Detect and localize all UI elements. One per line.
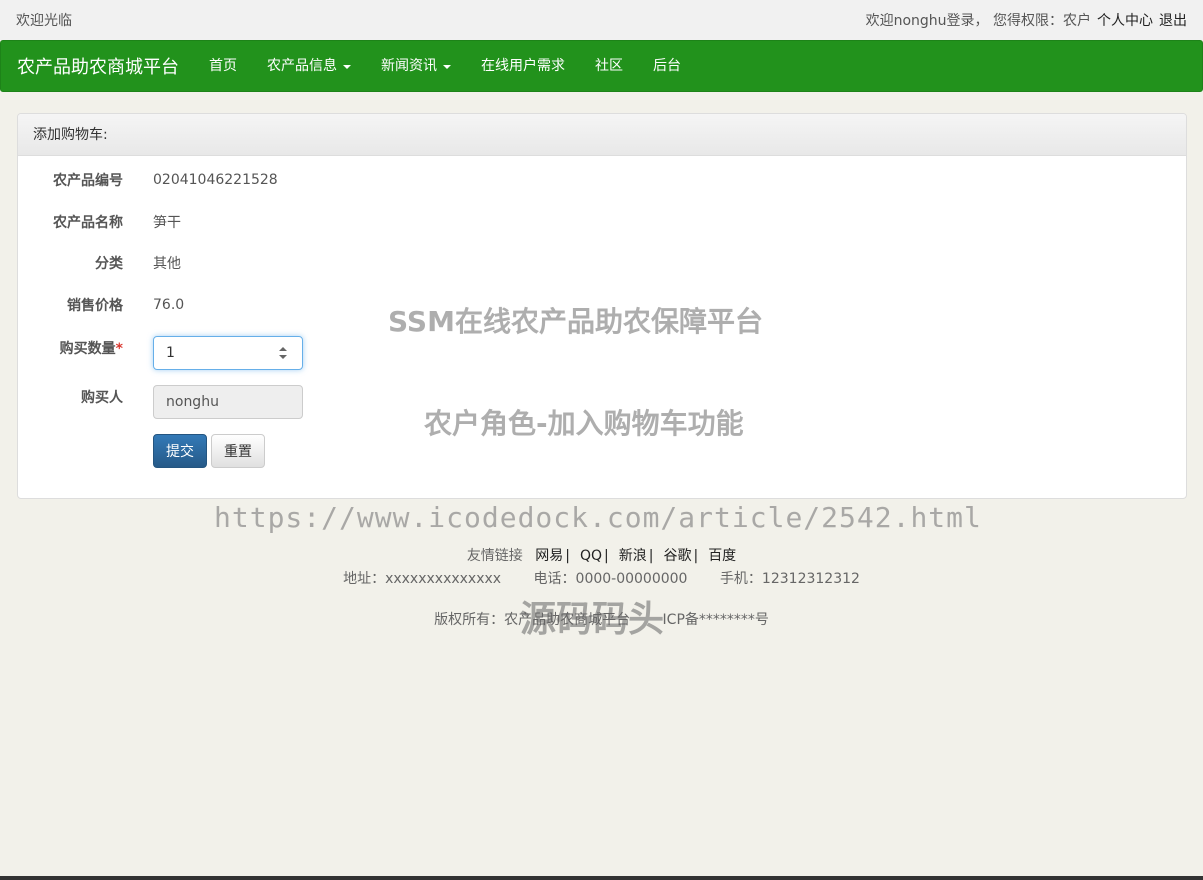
link-qq[interactable]: QQ bbox=[580, 548, 602, 564]
nav-home-label: 首页 bbox=[209, 58, 237, 74]
profile-link[interactable]: 个人中心 bbox=[1097, 10, 1153, 30]
link-google[interactable]: 谷歌 bbox=[663, 548, 691, 564]
nav-news-label: 新闻资讯 bbox=[381, 58, 437, 74]
footer-contact: 地址：xxxxxxxxxxxxxx 电话：0000-00000000 手机：12… bbox=[0, 568, 1203, 588]
link-baidu[interactable]: 百度 bbox=[708, 548, 736, 564]
nav-user-demand[interactable]: 在线用户需求 bbox=[466, 40, 580, 92]
footer-links: 友情链接 网易 | QQ | 新浪 | 谷歌 | 百度 bbox=[0, 545, 1203, 565]
field-name: 农产品名称 笋干 bbox=[18, 212, 181, 232]
submit-button[interactable]: 提交 bbox=[153, 434, 207, 468]
top-bar: 欢迎光临 欢迎nonghu登录， 您得权限：农户 个人中心 退出 bbox=[0, 0, 1203, 40]
spinner-arrows-icon[interactable] bbox=[278, 346, 288, 360]
code-label: 农产品编号 bbox=[53, 173, 123, 189]
link-sina[interactable]: 新浪 bbox=[619, 548, 647, 564]
nav-community[interactable]: 社区 bbox=[580, 40, 638, 92]
nav-user-demand-label: 在线用户需求 bbox=[481, 58, 565, 74]
caret-down-icon bbox=[443, 65, 451, 69]
watermark-subtitle: 农户角色-加入购物车功能 bbox=[424, 407, 744, 440]
code-value: 02041046221528 bbox=[153, 172, 278, 188]
footer-address: 地址：xxxxxxxxxxxxxx bbox=[343, 571, 502, 587]
nav-admin[interactable]: 后台 bbox=[638, 40, 696, 92]
quantity-label: 购买数量* bbox=[18, 336, 123, 358]
nav-community-label: 社区 bbox=[595, 58, 623, 74]
link-separator: | bbox=[604, 548, 609, 564]
field-price: 销售价格 76.0 bbox=[18, 295, 184, 315]
buyer-field: nonghu bbox=[153, 385, 303, 419]
nav-products[interactable]: 农产品信息 bbox=[252, 40, 366, 92]
category-label: 分类 bbox=[95, 256, 123, 272]
quantity-label-text: 购买数量 bbox=[59, 341, 116, 357]
name-value: 笋干 bbox=[153, 215, 181, 231]
buyer-label: 购买人 bbox=[81, 390, 123, 406]
field-buyer: 购买人 nonghu bbox=[18, 385, 303, 419]
site-brand[interactable]: 农产品助农商城平台 bbox=[1, 53, 194, 79]
field-category: 分类 其他 bbox=[18, 253, 181, 273]
nav-admin-label: 后台 bbox=[653, 58, 681, 74]
name-label: 农产品名称 bbox=[53, 215, 123, 231]
icp-text: ICP备********号 bbox=[662, 612, 769, 628]
welcome-text: 欢迎光临 bbox=[16, 13, 72, 29]
form-actions: 提交 重置 bbox=[123, 434, 265, 468]
reset-button[interactable]: 重置 bbox=[211, 434, 265, 468]
field-quantity: 购买数量* 1 bbox=[18, 336, 303, 370]
watermark-url: https://www.icodedock.com/article/2542.h… bbox=[214, 501, 982, 534]
main-navbar: 农产品助农商城平台 首页 农产品信息 新闻资讯 在线用户需求 社区 后台 bbox=[0, 40, 1203, 92]
user-info: 欢迎nonghu登录， 您得权限：农户 个人中心 退出 bbox=[866, 10, 1187, 30]
link-separator: | bbox=[565, 548, 570, 564]
links-label: 友情链接 bbox=[466, 548, 523, 564]
nav-home[interactable]: 首页 bbox=[194, 40, 252, 92]
quantity-value: 1 bbox=[166, 345, 175, 361]
link-separator: | bbox=[648, 548, 654, 564]
caret-down-icon bbox=[343, 65, 351, 69]
price-label: 销售价格 bbox=[67, 298, 123, 314]
nav-products-label: 农产品信息 bbox=[267, 58, 337, 74]
panel-heading: 添加购物车: bbox=[18, 114, 1186, 156]
user-permission-text: 欢迎nonghu登录， 您得权限：农户 bbox=[865, 13, 1091, 29]
category-value: 其他 bbox=[153, 256, 181, 272]
watermark-brand: 源码码头 bbox=[520, 599, 665, 640]
bottom-edge bbox=[0, 876, 1203, 880]
quantity-stepper[interactable]: 1 bbox=[153, 336, 303, 370]
nav-news[interactable]: 新闻资讯 bbox=[366, 40, 466, 92]
footer-mobile: 手机：12312312312 bbox=[719, 571, 860, 587]
price-value: 76.0 bbox=[153, 297, 185, 313]
field-code: 农产品编号 02041046221528 bbox=[18, 170, 278, 190]
watermark-title: SSM在线农产品助农保障平台 bbox=[388, 305, 763, 338]
link-separator: | bbox=[693, 548, 699, 564]
link-netease[interactable]: 网易 bbox=[535, 548, 563, 564]
required-mark: * bbox=[115, 341, 123, 357]
logout-link[interactable]: 退出 bbox=[1159, 10, 1187, 30]
footer-phone: 电话：0000-00000000 bbox=[533, 571, 688, 587]
